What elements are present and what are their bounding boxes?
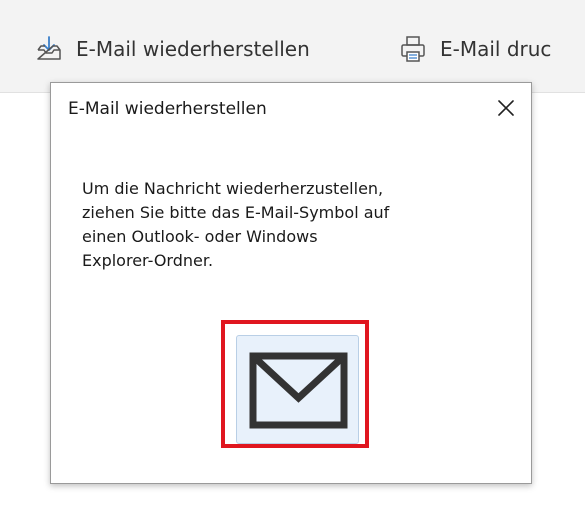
message-line: ziehen Sie bitte das E-Mail-Symbol auf [82,203,390,222]
message-line: einen Outlook- oder Windows [82,227,318,246]
dialog-title: E-Mail wiederherstellen [68,99,267,119]
download-tray-icon [34,34,64,64]
printer-icon [398,34,428,64]
restore-email-label: E-Mail wiederherstellen [76,37,310,61]
print-email-button[interactable]: E-Mail druc [398,24,551,74]
dialog-message: Um die Nachricht wiederherzustellen, zie… [82,177,502,273]
close-button[interactable] [491,93,521,123]
message-line: Um die Nachricht wiederherzustellen, [82,179,384,198]
envelope-icon [249,352,348,429]
close-icon [498,100,514,116]
message-line: Explorer-Ordner. [82,251,214,270]
print-email-label: E-Mail druc [440,37,552,61]
toolbar: E-Mail wiederherstellen E-Mail druc [0,0,585,93]
restore-email-button[interactable]: E-Mail wiederherstellen [34,24,310,74]
draggable-email-button[interactable] [236,335,359,444]
restore-email-dialog: E-Mail wiederherstellen Um die Nachricht… [50,82,532,484]
